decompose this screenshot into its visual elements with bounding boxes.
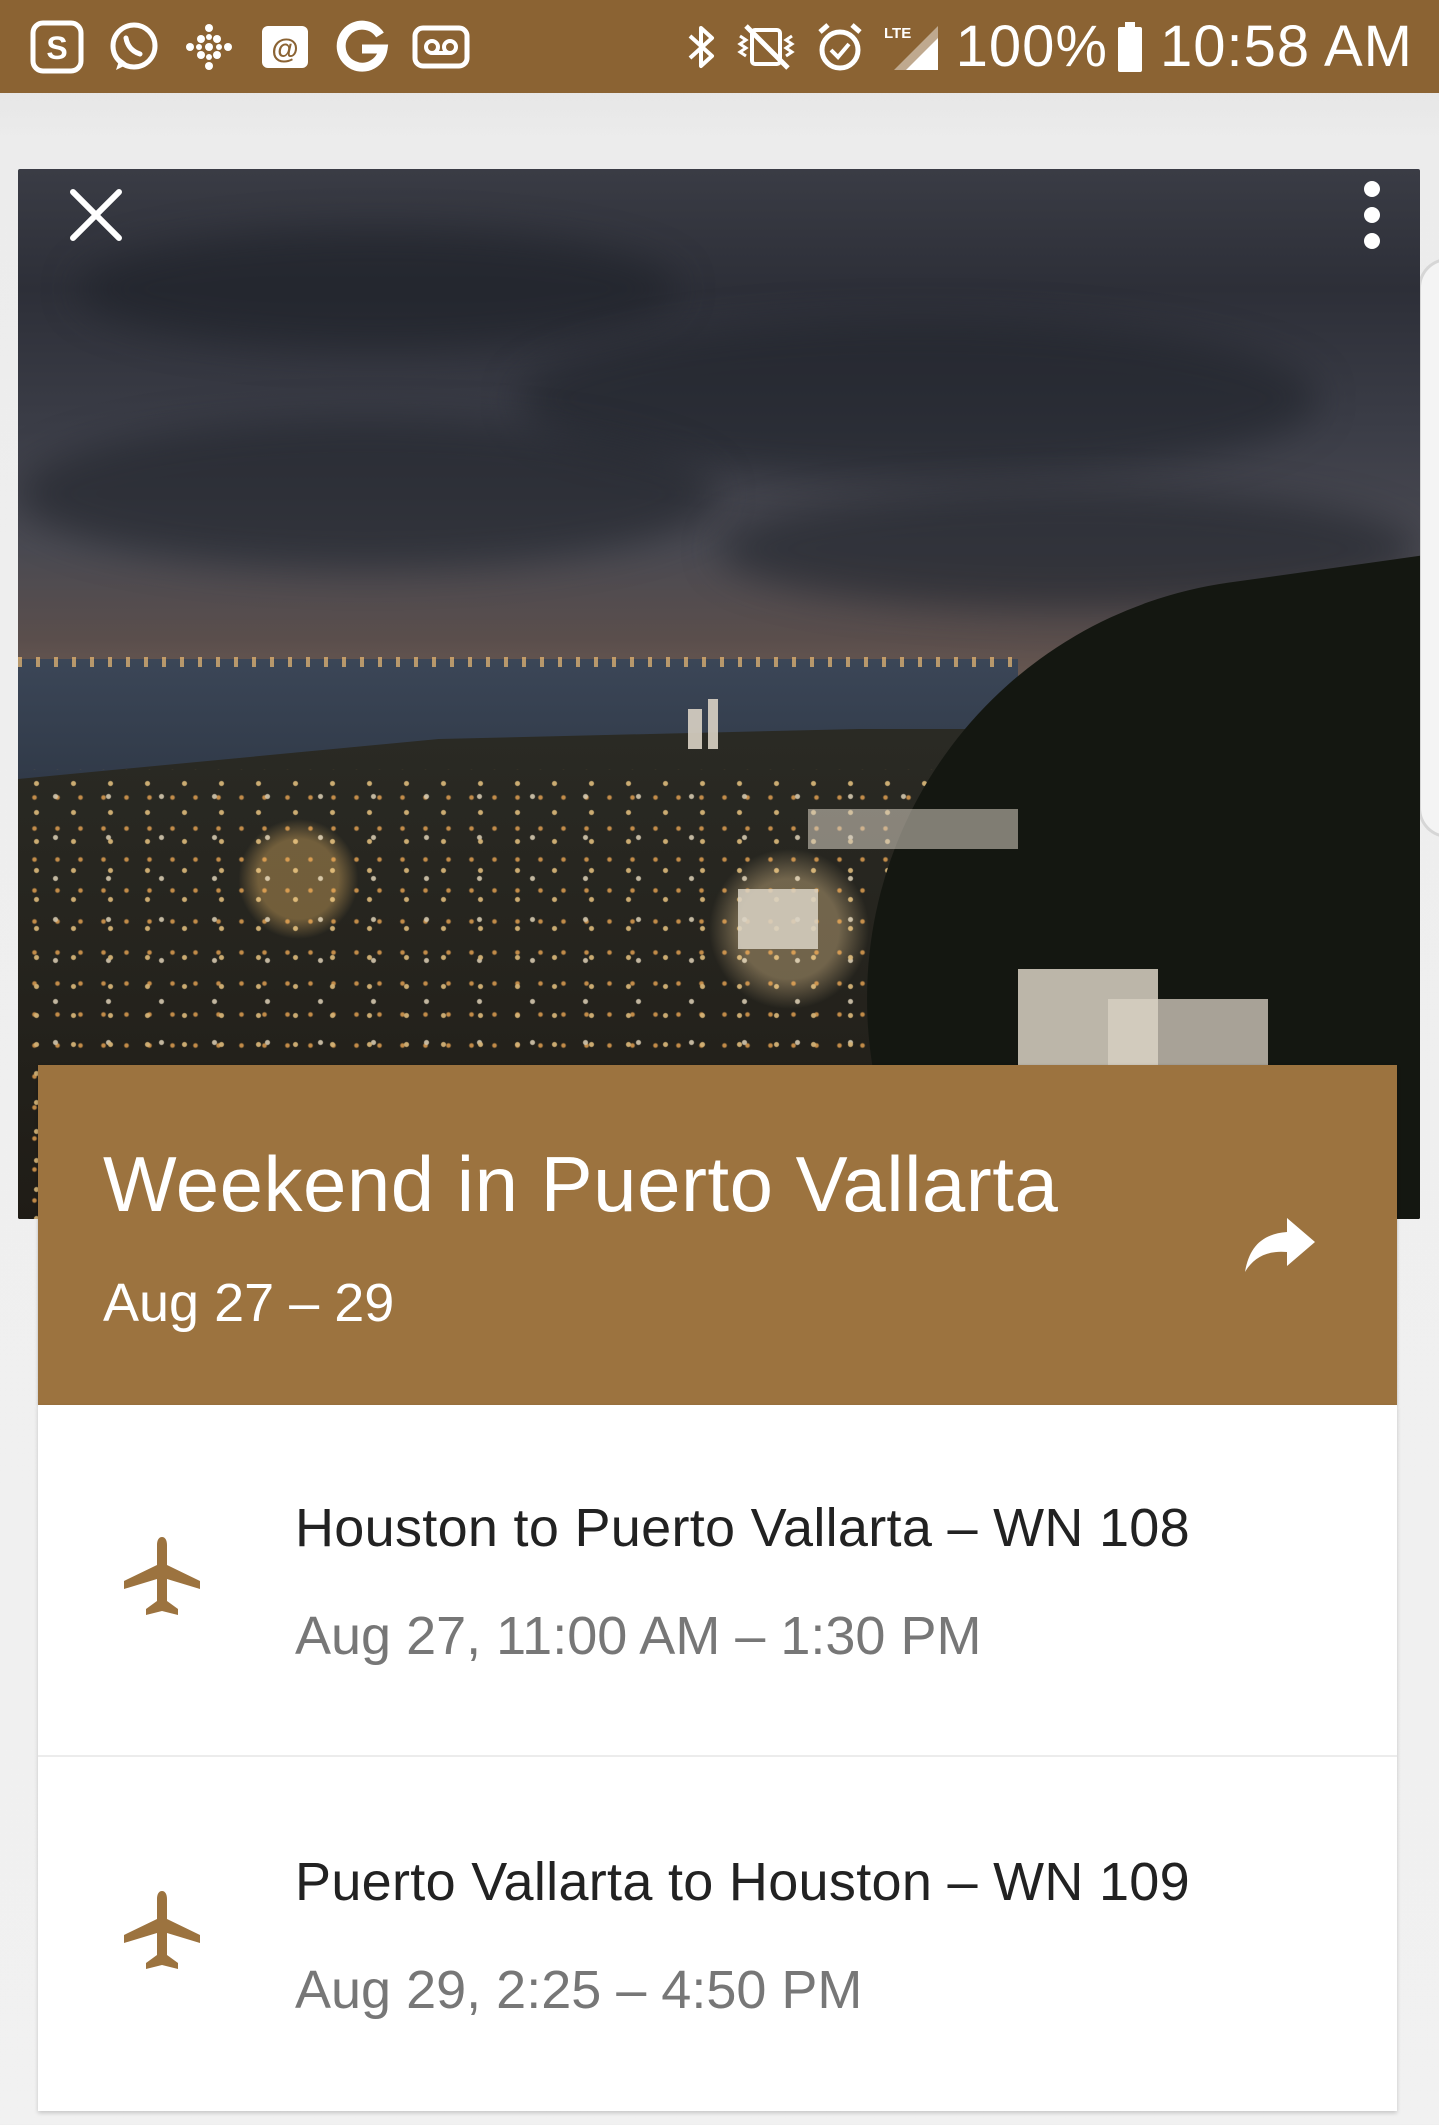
flight-route: Puerto Vallarta to Houston – WN 109 — [295, 1852, 1190, 1912]
mute-vibrate-icon — [734, 20, 798, 74]
notification-icons: S @ — [30, 19, 492, 75]
voicemail-icon — [412, 20, 470, 74]
airplane-icon — [124, 1537, 200, 1615]
battery-percent: 100% — [955, 14, 1108, 79]
svg-text:@: @ — [271, 33, 298, 64]
close-icon — [70, 189, 122, 241]
whatsapp-icon — [106, 20, 160, 74]
status-bar: S @ LTE 100% 10:58 AM — [0, 0, 1439, 93]
slack-icon — [182, 20, 236, 74]
trip-card — [18, 169, 1420, 1219]
close-button[interactable] — [56, 175, 136, 255]
clock: 10:58 AM — [1159, 14, 1413, 79]
share-button[interactable] — [1226, 1195, 1336, 1295]
horizon-lights — [18, 657, 1018, 667]
airplane-icon — [124, 1891, 200, 1969]
trip-dates: Aug 27 – 29 — [103, 1273, 395, 1333]
system-icons: LTE 100% 10:58 AM — [684, 13, 1413, 80]
flight-item-return[interactable]: Puerto Vallarta to Houston – WN 109 Aug … — [38, 1759, 1397, 2111]
lte-label: LTE — [884, 25, 911, 42]
trip-title: Weekend in Puerto Vallarta — [103, 1140, 1059, 1228]
skype-icon: S — [30, 20, 84, 74]
share-icon — [1245, 1218, 1315, 1272]
lte-signal-icon: LTE — [882, 20, 940, 74]
alarm-icon — [814, 20, 866, 74]
destination-photo — [18, 169, 1420, 1219]
flight-list: Houston to Puerto Vallarta – WN 108 Aug … — [38, 1405, 1397, 2111]
next-card-peek[interactable] — [1418, 258, 1439, 838]
more-vert-icon — [1364, 181, 1380, 249]
email-icon: @ — [258, 20, 312, 74]
google-icon — [334, 19, 390, 75]
flight-route: Houston to Puerto Vallarta – WN 108 — [295, 1498, 1190, 1558]
svg-text:S: S — [46, 30, 67, 66]
bluetooth-icon — [684, 20, 718, 74]
more-options-button[interactable] — [1332, 175, 1412, 255]
flight-time: Aug 29, 2:25 – 4:50 PM — [295, 1960, 863, 2020]
battery-icon — [1116, 20, 1144, 74]
flight-time: Aug 27, 11:00 AM – 1:30 PM — [295, 1606, 982, 1666]
trip-header: Weekend in Puerto Vallarta Aug 27 – 29 — [38, 1065, 1397, 1405]
flight-item-outbound[interactable]: Houston to Puerto Vallarta – WN 108 Aug … — [38, 1405, 1397, 1757]
